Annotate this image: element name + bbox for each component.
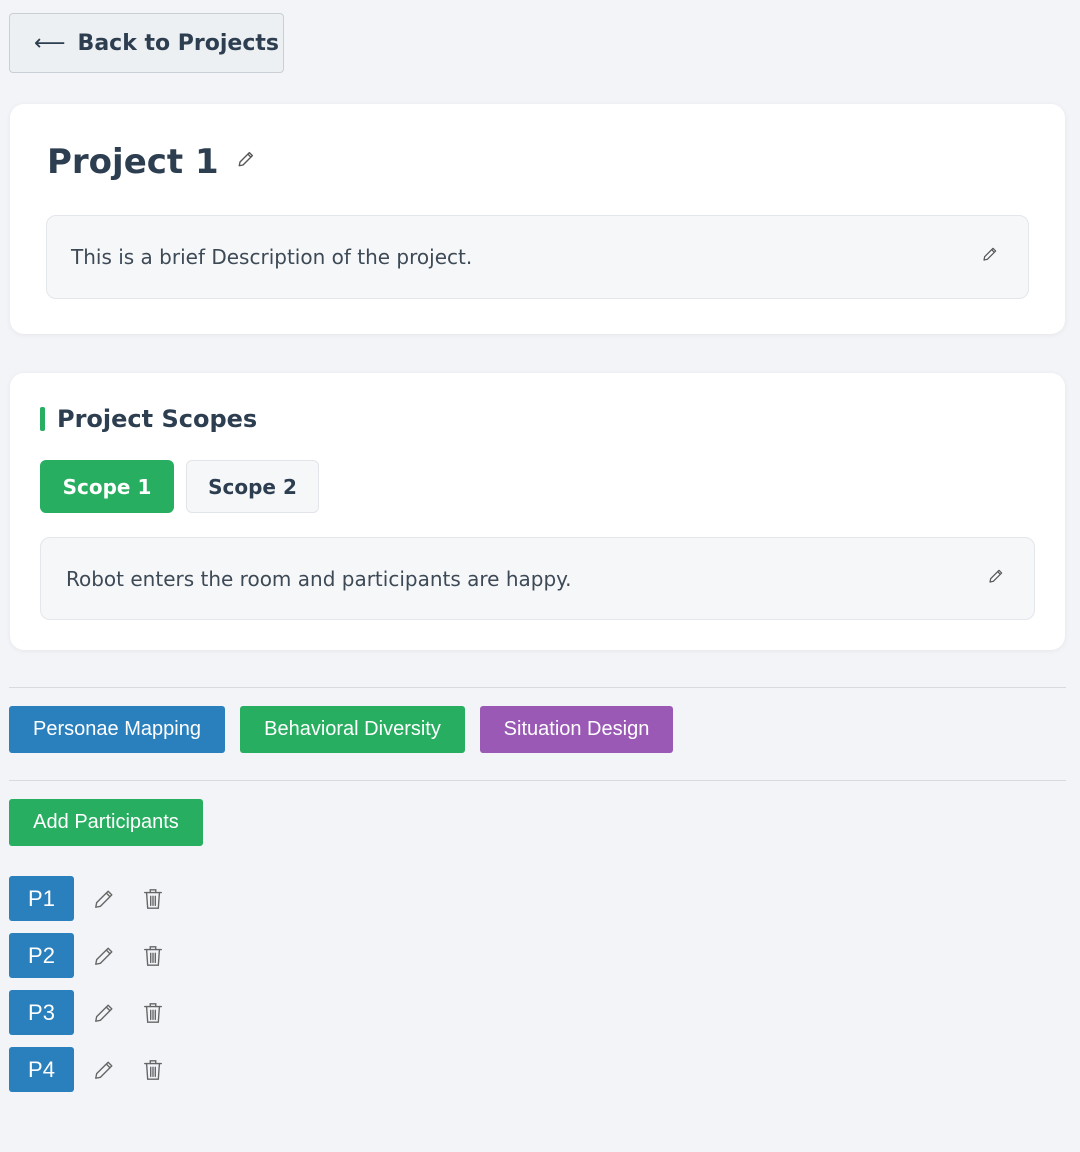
back-to-projects-button[interactable]: ⟵ Back to Projects <box>9 13 284 73</box>
scopes-heading-text: Project Scopes <box>57 405 258 433</box>
project-detail-page: ⟵ Back to Projects Project 1 This is a b… <box>0 0 1080 1152</box>
project-card: Project 1 This is a brief Description of… <box>10 104 1065 334</box>
participant-row: P2 <box>9 933 165 978</box>
delete-participant-trash-icon[interactable] <box>141 1058 165 1082</box>
participant-row: P4 <box>9 1047 165 1092</box>
scopes-heading: Project Scopes <box>40 405 257 433</box>
project-scopes-card: Project Scopes Scope 1 Scope 2 Robot ent… <box>10 373 1065 650</box>
participant-row: P3 <box>9 990 165 1035</box>
tab-scope-1[interactable]: Scope 1 <box>40 460 174 513</box>
add-participants-button[interactable]: Add Participants <box>9 799 203 846</box>
participant-list: P1 P2 P3 P4 <box>9 876 165 1104</box>
project-description-text: This is a brief Description of the proje… <box>71 245 473 269</box>
edit-participant-pencil-icon[interactable] <box>92 1058 116 1082</box>
project-description: This is a brief Description of the proje… <box>46 215 1029 299</box>
heading-accent-bar <box>40 407 45 431</box>
participant-badge[interactable]: P2 <box>9 933 74 978</box>
edit-description-pencil-icon[interactable] <box>982 246 998 262</box>
edit-participant-pencil-icon[interactable] <box>92 944 116 968</box>
situation-design-button[interactable]: Situation Design <box>480 706 673 753</box>
edit-scope-pencil-icon[interactable] <box>988 568 1004 584</box>
tab-scope-2[interactable]: Scope 2 <box>186 460 319 513</box>
participant-row: P1 <box>9 876 165 921</box>
back-arrow-icon: ⟵ <box>34 30 66 56</box>
delete-participant-trash-icon[interactable] <box>141 1001 165 1025</box>
behavioral-diversity-button[interactable]: Behavioral Diversity <box>240 706 465 753</box>
divider <box>9 687 1066 688</box>
project-title: Project 1 <box>47 142 219 182</box>
scope-description: Robot enters the room and participants a… <box>40 537 1035 620</box>
back-button-label: Back to Projects <box>77 30 279 56</box>
edit-title-pencil-icon[interactable] <box>237 150 255 168</box>
delete-participant-trash-icon[interactable] <box>141 887 165 911</box>
delete-participant-trash-icon[interactable] <box>141 944 165 968</box>
scope-description-text: Robot enters the room and participants a… <box>66 566 572 591</box>
participant-badge[interactable]: P3 <box>9 990 74 1035</box>
participant-badge[interactable]: P1 <box>9 876 74 921</box>
edit-participant-pencil-icon[interactable] <box>92 1001 116 1025</box>
edit-participant-pencil-icon[interactable] <box>92 887 116 911</box>
scope-tabs: Scope 1 Scope 2 <box>40 460 319 513</box>
project-title-row: Project 1 <box>47 142 255 182</box>
personae-mapping-button[interactable]: Personae Mapping <box>9 706 225 753</box>
divider <box>9 780 1066 781</box>
participant-badge[interactable]: P4 <box>9 1047 74 1092</box>
